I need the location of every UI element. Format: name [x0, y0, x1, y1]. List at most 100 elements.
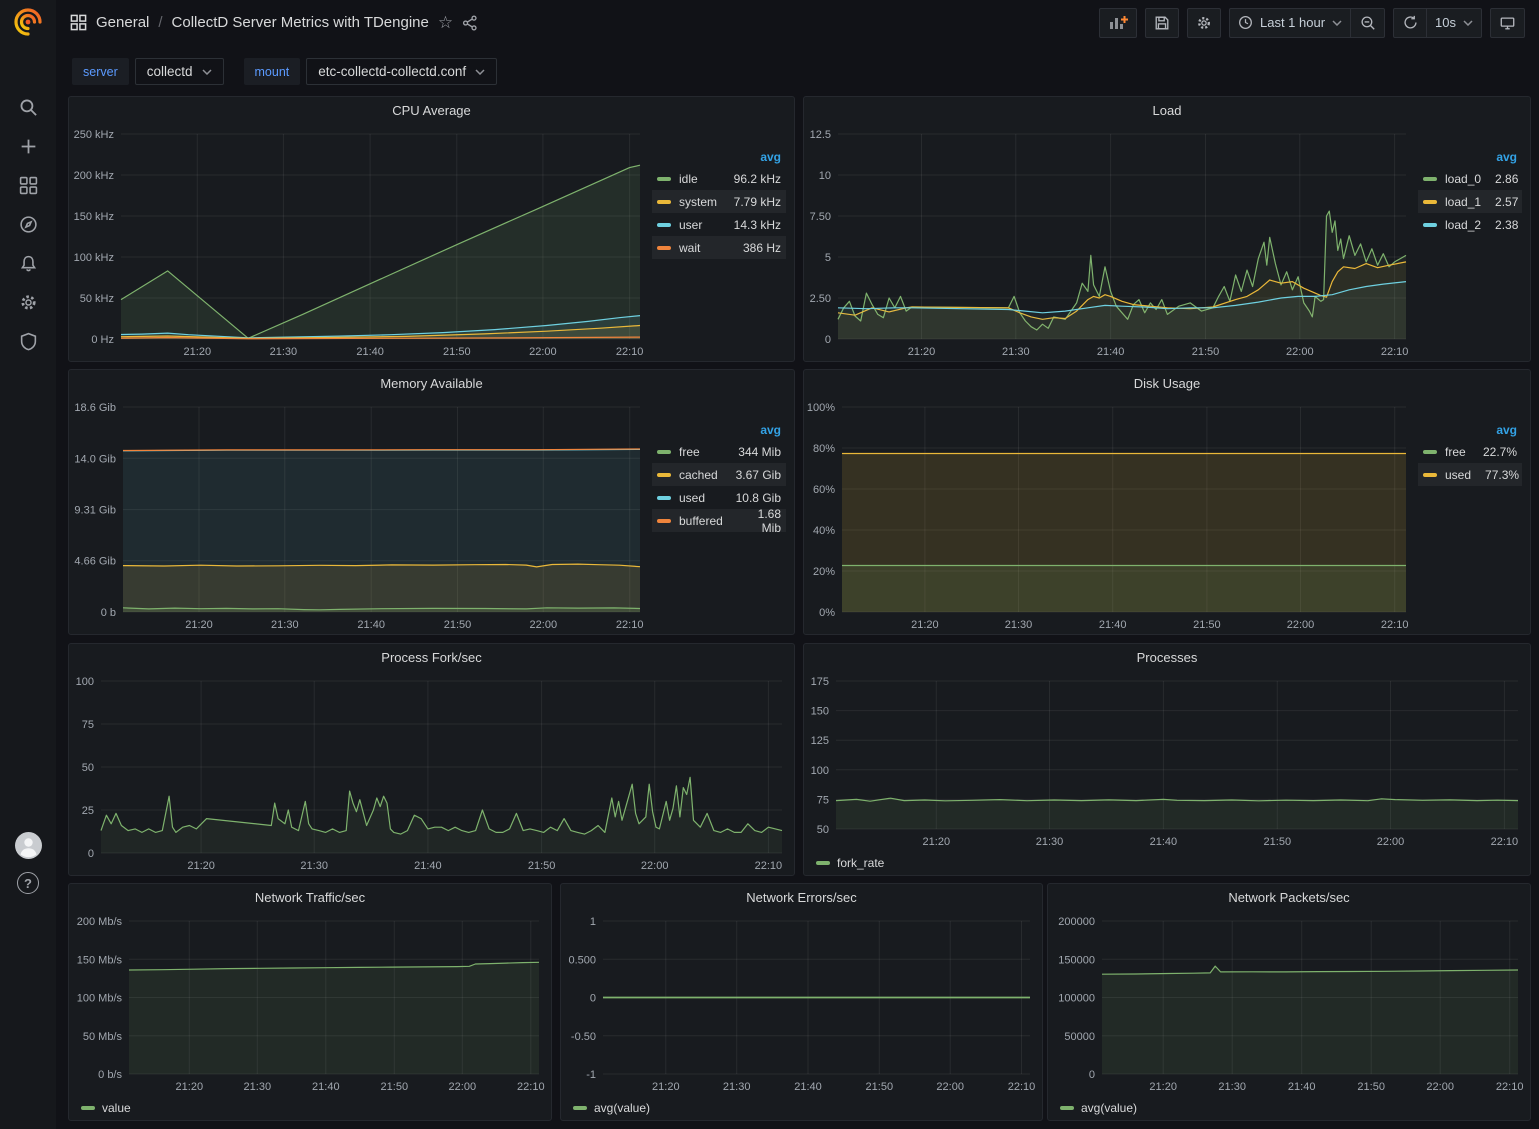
help-icon[interactable]: ? [0, 872, 56, 894]
legend-item-cached[interactable]: cached3.67 Gib [652, 463, 786, 486]
series-avg-value: 386 Hz [743, 241, 781, 255]
svg-text:21:30: 21:30 [1036, 836, 1064, 848]
svg-text:150: 150 [811, 706, 829, 718]
time-picker-button[interactable]: Last 1 hour [1229, 8, 1351, 38]
legend-item-free[interactable]: free22.7% [1418, 440, 1522, 463]
memory-available-chart[interactable]: 21:2021:3021:4021:5022:0022:100 b4.66 Gi… [69, 397, 652, 634]
legend-item-wait[interactable]: wait386 Hz [652, 236, 786, 259]
legend-item-used[interactable]: used77.3% [1418, 463, 1522, 486]
legend-item-avg(value)[interactable]: avg(value) [573, 1101, 650, 1115]
configuration-gear-icon[interactable] [0, 283, 56, 322]
panel-title[interactable]: Processes [804, 644, 1530, 671]
explore-compass-icon[interactable] [0, 205, 56, 244]
series-name: system [679, 195, 720, 209]
svg-text:7.50: 7.50 [810, 211, 831, 223]
legend-item-system[interactable]: system7.79 kHz [652, 190, 786, 213]
refresh-interval-label: 10s [1435, 15, 1456, 30]
process-fork-chart[interactable]: 21:2021:3021:4021:5022:0022:100255075100 [69, 671, 794, 875]
grafana-logo-icon[interactable] [13, 7, 43, 37]
legend-item-value[interactable]: value [81, 1101, 131, 1115]
panel-cpu-average: CPU Average 21:2021:3021:4021:5022:0022:… [68, 96, 795, 362]
legend-item-load_2[interactable]: load_22.38 [1418, 213, 1522, 236]
dashboard-title[interactable]: CollectD Server Metrics with TDengine [172, 14, 429, 31]
svg-text:0: 0 [825, 334, 831, 346]
svg-text:14.0 Gib: 14.0 Gib [74, 453, 116, 465]
submenu-variables: server collectd mount etc-collectd-colle… [72, 58, 497, 85]
legend-item-free[interactable]: free344 Mib [652, 440, 786, 463]
legend-item-avg(value)[interactable]: avg(value) [1060, 1101, 1137, 1115]
add-panel-button[interactable] [1099, 8, 1137, 38]
cpu-average-chart[interactable]: 21:2021:3021:4021:5022:0022:100 Hz50 kHz… [69, 124, 652, 361]
svg-text:150 kHz: 150 kHz [74, 211, 114, 223]
legend-item-idle[interactable]: idle96.2 kHz [652, 167, 786, 190]
svg-text:21:20: 21:20 [185, 619, 213, 631]
dashboard-grid-icon[interactable] [70, 14, 87, 31]
variable-server-value-dropdown[interactable]: collectd [135, 58, 224, 85]
alerting-bell-icon[interactable] [0, 244, 56, 283]
legend-item-buffered[interactable]: buffered1.68 Mib [652, 509, 786, 532]
add-icon[interactable] [0, 127, 56, 166]
network-traffic-chart[interactable]: 21:2021:3021:4021:5022:0022:100 b/s50 Mb… [69, 911, 551, 1096]
variable-mount-value-dropdown[interactable]: etc-collectd-collectd.conf [306, 58, 497, 85]
panel-title[interactable]: Load [804, 97, 1530, 124]
processes-chart[interactable]: 21:2021:3021:4021:5022:0022:105075100125… [804, 671, 1530, 851]
panel-title[interactable]: CPU Average [69, 97, 794, 124]
svg-text:20%: 20% [813, 566, 835, 578]
svg-text:22:00: 22:00 [1286, 346, 1314, 358]
panel-processes: Processes 21:2021:3021:4021:5022:0022:10… [803, 643, 1531, 876]
panel-title[interactable]: Process Fork/sec [69, 644, 794, 671]
network-errors-chart[interactable]: 21:2021:3021:4021:5022:0022:10-1-0.5000.… [561, 911, 1042, 1096]
svg-text:21:50: 21:50 [528, 860, 556, 872]
breadcrumb-folder[interactable]: General [96, 14, 149, 31]
panel-title[interactable]: Memory Available [69, 370, 794, 397]
nav-toolbar: Last 1 hour 10s [1099, 8, 1525, 38]
series-name: idle [679, 172, 720, 186]
cycle-view-mode-button[interactable] [1490, 8, 1525, 38]
zoom-out-button[interactable] [1351, 8, 1385, 38]
svg-text:21:20: 21:20 [652, 1081, 680, 1093]
legend-item-load_0[interactable]: load_02.86 [1418, 167, 1522, 190]
panel-title[interactable]: Disk Usage [804, 370, 1530, 397]
svg-text:22:00: 22:00 [1287, 619, 1315, 631]
disk-legend: avgfree22.7%used77.3% [1418, 397, 1530, 634]
share-icon[interactable] [462, 15, 478, 31]
load-chart[interactable]: 21:2021:3021:4021:5022:0022:1002.5057.50… [804, 124, 1418, 361]
svg-text:-1: -1 [586, 1069, 596, 1081]
refresh-interval-dropdown[interactable]: 10s [1427, 8, 1482, 38]
series-avg-value: 2.57 [1495, 195, 1518, 209]
refresh-button[interactable] [1393, 8, 1427, 38]
svg-text:21:40: 21:40 [356, 346, 384, 358]
svg-text:100 Mb/s: 100 Mb/s [77, 993, 123, 1005]
sidebar: ? [0, 0, 56, 1129]
series-avg-value: 77.3% [1485, 468, 1519, 482]
legend-avg-header[interactable]: avg [652, 421, 786, 440]
svg-text:21:50: 21:50 [1264, 836, 1292, 848]
svg-text:100 kHz: 100 kHz [74, 252, 114, 264]
disk-usage-chart[interactable]: 21:2021:3021:4021:5022:0022:100%20%40%60… [804, 397, 1418, 634]
legend-item-fork_rate[interactable]: fork_rate [816, 856, 884, 870]
legend-avg-header[interactable]: avg [1418, 421, 1522, 440]
svg-text:22:00: 22:00 [641, 860, 669, 872]
variable-server-value: collectd [147, 64, 193, 79]
panel-network-packets: Network Packets/sec 21:2021:3021:4021:50… [1047, 883, 1531, 1121]
dashboards-icon[interactable] [0, 166, 56, 205]
legend-avg-header[interactable]: avg [1418, 148, 1522, 167]
server-admin-shield-icon[interactable] [0, 322, 56, 361]
svg-text:21:20: 21:20 [923, 836, 951, 848]
dashboard-settings-button[interactable] [1187, 8, 1221, 38]
search-icon[interactable] [0, 88, 56, 127]
save-dashboard-button[interactable] [1145, 8, 1179, 38]
panel-title[interactable]: Network Packets/sec [1048, 884, 1530, 911]
navbar: General / CollectD Server Metrics with T… [56, 0, 1539, 45]
network-packets-chart[interactable]: 21:2021:3021:4021:5022:0022:100500001000… [1048, 911, 1530, 1096]
panel-title[interactable]: Network Errors/sec [561, 884, 1042, 911]
star-icon[interactable]: ☆ [438, 14, 453, 31]
legend-avg-header[interactable]: avg [652, 148, 786, 167]
legend-item-user[interactable]: user14.3 kHz [652, 213, 786, 236]
svg-text:75: 75 [817, 794, 829, 806]
legend-item-load_1[interactable]: load_12.57 [1418, 190, 1522, 213]
svg-text:22:10: 22:10 [616, 619, 644, 631]
svg-text:21:30: 21:30 [1218, 1081, 1246, 1093]
profile-avatar[interactable] [0, 832, 56, 859]
panel-title[interactable]: Network Traffic/sec [69, 884, 551, 911]
